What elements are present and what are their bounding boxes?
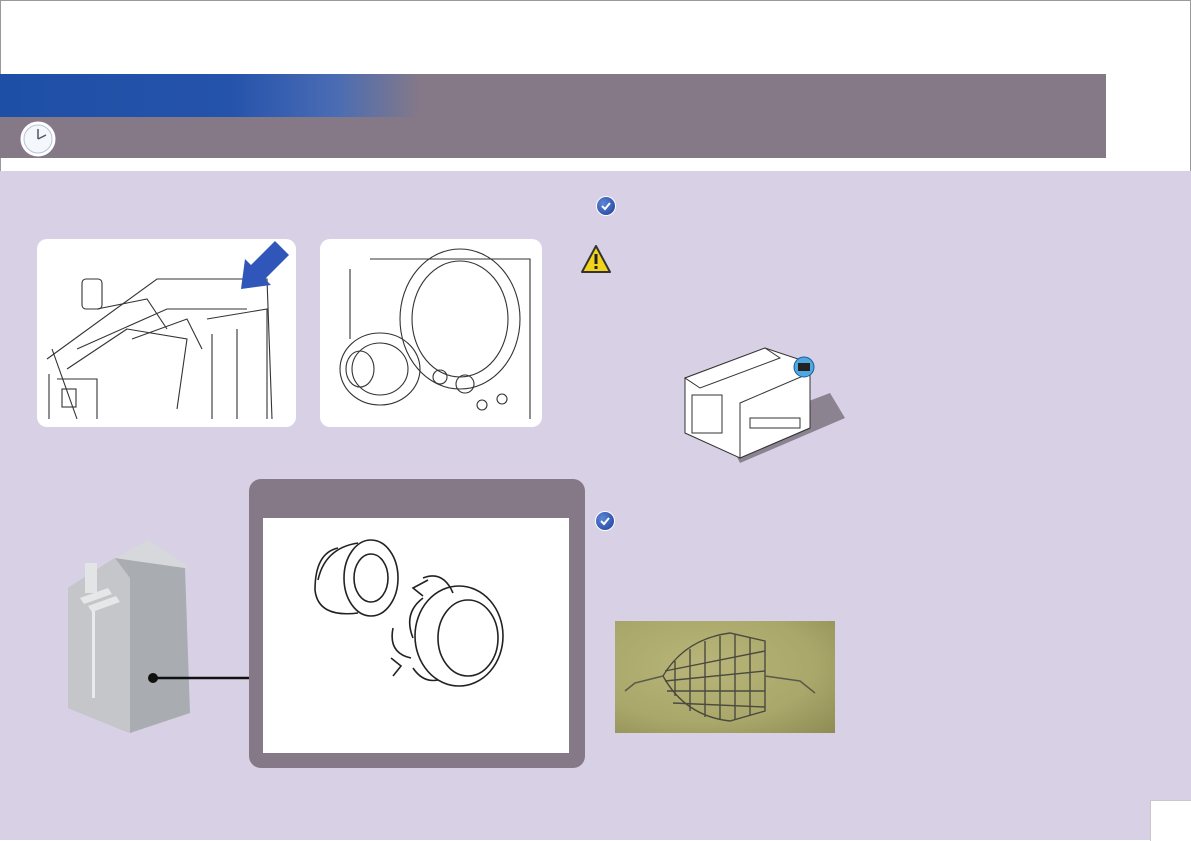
warning-icon xyxy=(581,244,611,274)
page-number-box xyxy=(1150,800,1191,841)
header-title-bar xyxy=(0,74,420,117)
top-assembly-photo xyxy=(37,239,296,427)
clock-icon xyxy=(19,121,57,157)
gear-assembly-photo xyxy=(320,239,542,427)
checkmark-icon xyxy=(597,197,615,215)
unit-isometric-drawing xyxy=(680,333,850,468)
wire-cage-photo xyxy=(615,621,835,733)
bushing-gear-drawing xyxy=(263,518,569,753)
callout-arrow-icon xyxy=(241,241,289,289)
checkmark-icon xyxy=(596,512,614,530)
connector-line xyxy=(146,671,252,685)
component-block-illustration xyxy=(60,538,255,733)
